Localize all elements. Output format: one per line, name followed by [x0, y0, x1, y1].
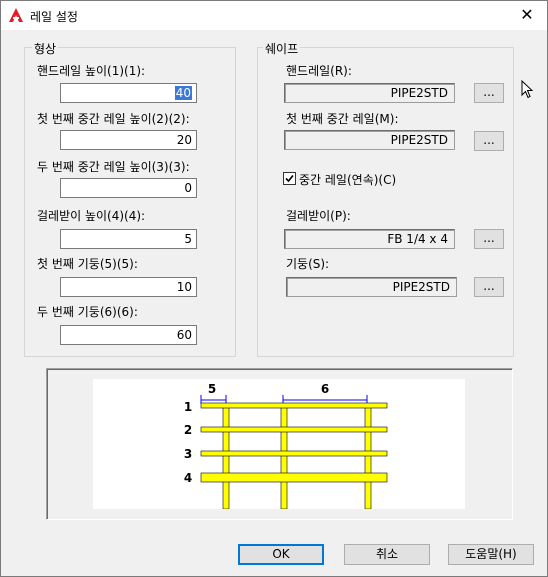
window-title: 레일 설정: [30, 10, 78, 24]
profile-group-label: 쉐이프: [263, 40, 301, 57]
post-profile-label: 기둥(S):: [286, 257, 330, 271]
rail-preview-diagram: 5 6 1 2 3 4: [93, 379, 465, 510]
post-3: [364, 404, 372, 510]
handrail-height-label: 핸드레일 높이(1)(1):: [37, 64, 146, 78]
rail-2: [200, 426, 388, 433]
mouse-cursor-icon: [521, 80, 534, 99]
toeplate-height-input[interactable]: 5: [60, 229, 197, 249]
checkmark-icon: [285, 174, 294, 183]
handrail-profile-field: PIPE2STD: [284, 83, 455, 103]
post2-label: 두 번째 기둥(6)(6):: [37, 305, 138, 319]
post1-label: 첫 번째 기둥(5)(5):: [37, 257, 138, 271]
midrail2-height-label: 두 번째 중간 레일 높이(3)(3):: [37, 160, 190, 174]
rail-number-3: 3: [184, 447, 192, 461]
post-1: [222, 404, 230, 510]
close-button[interactable]: ✕: [513, 3, 541, 27]
toeplate-browse-button[interactable]: ...: [474, 229, 504, 249]
post1-input[interactable]: 10: [60, 277, 197, 297]
midrail-browse-button[interactable]: ...: [474, 131, 504, 151]
post2-input[interactable]: 60: [60, 325, 197, 345]
toeplate-profile-label: 걸레받이(P):: [286, 209, 351, 223]
midrail2-height-input[interactable]: 0: [60, 178, 197, 198]
midrail-profile-label: 첫 번째 중간 레일(M):: [286, 112, 399, 126]
autocad-logo-icon: [9, 8, 23, 22]
cancel-button[interactable]: 취소: [344, 544, 430, 565]
rail-settings-dialog: 레일 설정 ✕ 형상 핸드레일 높이(1)(1): 40 첫 번째 중간 레일 …: [0, 0, 548, 577]
ok-button[interactable]: OK: [238, 544, 324, 565]
midrail1-height-input[interactable]: 20: [60, 130, 197, 150]
continuous-midrail-checkbox[interactable]: [283, 172, 296, 185]
toeplate-profile-field: FB 1/4 x 4: [284, 229, 455, 249]
handrail-profile-label: 핸드레일(R):: [286, 64, 352, 78]
rail-4-toeplate: [200, 472, 388, 483]
rail-preview-svg: 5 6 1 2 3 4: [184, 382, 388, 510]
handrail-height-input[interactable]: 40: [60, 83, 197, 103]
toeplate-height-label: 걸레받이 높이(4)(4):: [37, 209, 146, 223]
dim-label-6: 6: [321, 382, 329, 396]
post-profile-field: PIPE2STD: [286, 277, 457, 297]
post-browse-button[interactable]: ...: [474, 277, 504, 297]
rail-number-2: 2: [184, 423, 192, 437]
midrail1-height-label: 첫 번째 중간 레일 높이(2)(2):: [37, 112, 190, 126]
handrail-height-value: 40: [174, 86, 192, 100]
dim-label-5: 5: [208, 382, 216, 396]
handrail-browse-button[interactable]: ...: [474, 83, 504, 103]
shape-group-label: 형상: [32, 40, 59, 57]
continuous-midrail-label[interactable]: 중간 레일(연속)(C): [299, 171, 396, 188]
rail-number-1: 1: [184, 400, 192, 414]
post-2: [280, 404, 288, 510]
rail-3: [200, 450, 388, 457]
help-button[interactable]: 도움말(H): [448, 544, 534, 565]
midrail-profile-field: PIPE2STD: [284, 130, 455, 150]
rail-number-4: 4: [184, 471, 192, 485]
rail-1: [200, 402, 388, 409]
title-bar: 레일 설정 ✕: [1, 1, 547, 30]
